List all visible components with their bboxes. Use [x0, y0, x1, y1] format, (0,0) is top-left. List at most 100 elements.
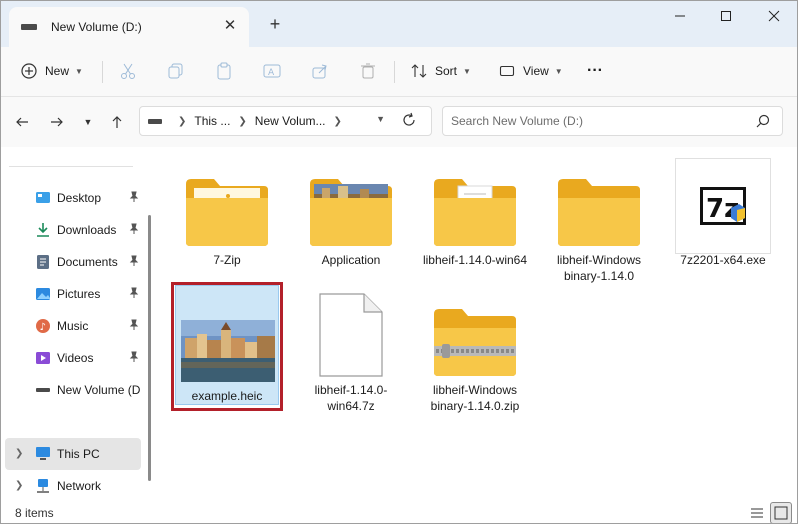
pin-icon[interactable] — [129, 255, 139, 270]
file-item[interactable]: libheif-1.14.0-win64.7z — [293, 282, 409, 413]
minimize-icon — [675, 15, 685, 17]
sidebar-scrollbar[interactable] — [148, 215, 151, 481]
sidebar-item-new-volume[interactable]: New Volume (D:) — [5, 374, 141, 406]
status-bar: 8 items — [1, 501, 797, 523]
drive-icon — [35, 382, 51, 398]
sidebar-item-videos[interactable]: Videos — [5, 342, 141, 374]
desktop-icon — [35, 190, 51, 206]
minimize-button[interactable] — [657, 1, 703, 31]
arrow-up-icon — [112, 116, 122, 128]
sidebar-item-label: Downloads — [57, 223, 117, 237]
file-item[interactable]: libheif-Windows binary-1.14.0 — [541, 152, 657, 283]
close-window-button[interactable] — [751, 1, 797, 31]
toolbar-divider — [394, 61, 395, 83]
file-item[interactable]: 7-Zip — [169, 152, 285, 278]
chevron-down-icon: ▼ — [75, 66, 83, 76]
maximize-button[interactable] — [703, 1, 749, 31]
toolbar-divider — [102, 61, 103, 83]
sidebar-item-music[interactable]: ♪ Music — [5, 310, 141, 342]
file-name: 7z2201-x64.exe — [680, 253, 766, 267]
sidebar-item-label: Documents — [57, 255, 118, 269]
pin-icon[interactable] — [129, 223, 139, 238]
sidebar-item-label: Music — [57, 319, 89, 333]
sidebar-item-label: Network — [57, 479, 102, 493]
address-row: ▼ ❯ This ... ❯ New Volum... ❯ ▼ Search N… — [1, 97, 797, 147]
address-dropdown-icon[interactable]: ▼ — [376, 114, 385, 124]
new-tab-button[interactable]: + — [263, 13, 287, 37]
pin-icon[interactable] — [129, 191, 139, 206]
details-view-icon — [751, 508, 763, 518]
close-icon — [768, 10, 780, 22]
view-icon — [499, 65, 515, 77]
address-bar[interactable]: ❯ This ... ❯ New Volum... ❯ ▼ — [139, 106, 432, 136]
tab-close-icon[interactable]: ✕ — [221, 17, 239, 35]
breadcrumb-this-pc[interactable]: This ... — [194, 114, 230, 128]
sidebar-item-pictures[interactable]: Pictures — [5, 278, 141, 310]
item-count: 8 items — [15, 506, 54, 520]
forward-button[interactable] — [44, 109, 70, 135]
scissors-icon — [121, 63, 135, 79]
paste-button[interactable] — [215, 55, 233, 87]
pin-icon[interactable] — [129, 287, 139, 302]
chevron-right-icon: ❯ — [178, 115, 187, 127]
chevron-right-icon: ❯ — [238, 115, 247, 127]
file-item[interactable]: libheif-1.14.0-win64 — [417, 152, 533, 278]
sort-icon — [411, 64, 427, 78]
refresh-icon[interactable] — [401, 112, 417, 131]
more-options-button[interactable]: ··· — [587, 55, 603, 87]
back-button[interactable] — [9, 109, 35, 135]
sidebar-item-label: Videos — [57, 351, 94, 365]
file-name: libheif-Windows binary-1.14.0.zip — [430, 383, 520, 413]
delete-button[interactable] — [359, 55, 377, 87]
view-button[interactable]: View ▼ — [499, 55, 563, 87]
file-item[interactable]: Application — [293, 152, 409, 278]
file-name: 7-Zip — [213, 253, 241, 267]
pin-icon[interactable] — [129, 351, 139, 366]
view-label: View — [523, 64, 549, 78]
plus-circle-icon — [21, 63, 37, 79]
pin-icon[interactable] — [129, 319, 139, 334]
file-item-selected[interactable]: example.heic — [169, 282, 285, 408]
sidebar-item-downloads[interactable]: Downloads — [5, 214, 141, 246]
share-button[interactable] — [311, 55, 329, 87]
folder-icon — [182, 162, 272, 248]
large-icons-view-button[interactable] — [770, 502, 792, 523]
sort-button[interactable]: Sort ▼ — [411, 55, 471, 87]
7zip-logo-icon: 7z — [700, 187, 746, 225]
chevron-down-icon: ▼ — [83, 117, 93, 127]
recent-locations-button[interactable]: ▼ — [75, 109, 101, 135]
search-input[interactable]: Search New Volume (D:) — [442, 106, 783, 136]
tab-new-volume[interactable]: New Volume (D:) ✕ — [9, 7, 249, 47]
chevron-right-icon[interactable]: ❯ — [15, 448, 23, 459]
breadcrumb-new-volume[interactable]: New Volum... — [255, 114, 326, 128]
chevron-down-icon: ▼ — [554, 66, 563, 76]
exe-thumbnail: 7z — [675, 158, 771, 254]
copy-button[interactable] — [167, 55, 185, 87]
sidebar-item-this-pc[interactable]: ❯ This PC — [5, 438, 141, 470]
videos-icon — [35, 350, 51, 366]
file-name: libheif-1.14.0-win64.7z — [314, 383, 388, 413]
up-button[interactable] — [104, 109, 130, 135]
cut-button[interactable] — [119, 55, 137, 87]
new-label: New — [45, 64, 70, 78]
rename-button[interactable]: A — [263, 55, 281, 87]
search-placeholder: Search New Volume (D:) — [451, 114, 584, 128]
file-item[interactable]: 7z 7z2201-x64.exe — [665, 152, 781, 278]
copy-icon — [168, 63, 183, 79]
chevron-right-icon[interactable]: ❯ — [15, 480, 23, 491]
music-icon: ♪ — [35, 318, 51, 334]
title-bar: New Volume (D:) ✕ + — [1, 1, 797, 47]
new-button[interactable]: New ▼ — [21, 55, 83, 87]
paste-icon — [217, 62, 231, 80]
folder-document-icon — [430, 162, 520, 248]
sidebar-item-documents[interactable]: Documents — [5, 246, 141, 278]
sidebar-item-desktop[interactable]: Desktop — [5, 182, 141, 214]
sidebar-item-network[interactable]: ❯ Network — [5, 470, 141, 502]
file-name: example.heic — [191, 389, 263, 403]
details-view-button[interactable] — [748, 504, 766, 522]
share-icon — [312, 64, 327, 79]
file-name: Application — [321, 253, 381, 267]
file-item[interactable]: libheif-Windows binary-1.14.0.zip — [417, 282, 533, 413]
arrow-left-icon — [16, 117, 28, 127]
drive-icon — [21, 24, 37, 30]
